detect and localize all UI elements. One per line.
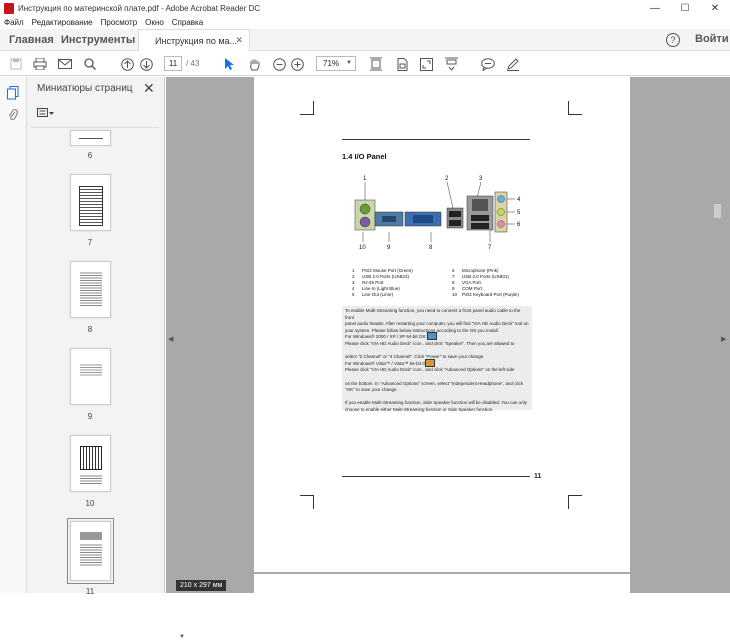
callout-10: 10 [359,245,366,251]
header-rule [342,139,530,140]
comment-icon[interactable] [480,56,496,72]
callout-3: 3 [479,176,483,182]
previous-page-icon[interactable] [119,56,135,72]
close-panel-icon[interactable]: ✕ [143,80,155,97]
options-menu-icon[interactable] [37,108,57,120]
callout-8: 8 [429,245,433,251]
page-total: / 43 [186,59,199,68]
thumbnail-label: 11 [85,587,95,596]
attachments-icon[interactable] [6,108,20,122]
zoom-out-icon[interactable] [271,56,287,72]
menu-window[interactable]: Окно [145,18,164,27]
select-cursor-icon[interactable] [221,56,237,72]
zoom-value: 71% [323,59,340,68]
thumbnail-page-6[interactable] [70,130,111,146]
print-icon[interactable] [32,56,48,72]
pdf-page: 1.4 I/O Panel 1 2 3 4 5 6 10 9 8 7 1 PS/… [254,77,630,572]
page-number: 11 [534,473,542,480]
zoom-in-icon[interactable] [289,56,305,72]
page-total-value: 43 [190,59,200,68]
fit-page-icon[interactable] [368,56,384,72]
page-thumbnails-icon[interactable] [6,86,20,100]
footer-rule [342,476,530,477]
collapse-left-icon[interactable]: ◀ [168,335,173,343]
thumbnail-label: 8 [87,325,93,334]
callout-7: 7 [488,245,492,251]
page-size-badge: 210 x 297 мм [176,580,227,591]
tab-home[interactable]: Главная [9,29,54,51]
hand-tool-icon[interactable] [246,56,262,72]
help-icon[interactable]: ? [666,33,680,47]
page-layout-icon[interactable] [394,56,410,72]
page-thumbnails-panel: Миниатюры страниц ✕ 6 7 8 9 10 11 ▲ ▼ [27,77,186,640]
zoom-select[interactable]: 71% ▼ [316,56,356,71]
chevron-down-icon: ▼ [346,60,352,66]
next-page-icon[interactable] [138,56,154,72]
minimize-button[interactable]: — [640,0,670,16]
thumbnail-page-11[interactable] [67,518,114,584]
save-icon[interactable] [8,56,24,72]
acrobat-app-icon [4,2,14,14]
io-panel-diagram: 1 2 3 4 5 6 10 9 8 7 [354,176,521,251]
maximize-button[interactable]: ☐ [670,0,700,16]
panel-divider [31,127,159,128]
tab-tools[interactable]: Инструменты [61,29,135,51]
navigation-rail [0,77,27,593]
audio-deck-icon [427,332,437,340]
legend-row: 5 Line Out (Lime) 10 PS/2 Keyboard Port (Pu… [352,292,520,297]
crop-mark [568,495,582,509]
toolbar: 11 / 43 71% ▼ [0,51,730,76]
menu-help[interactable]: Справка [172,18,203,27]
document-viewer[interactable]: ◀ ▶ 1.4 I/O Panel 1 2 3 4 5 6 10 9 8 7 1… [166,77,730,594]
window-title: Инструкция по материнской плате.pdf - Ad… [18,3,261,13]
thumbnail-page-7[interactable] [70,174,111,231]
menu-edit[interactable]: Редактирование [32,18,93,27]
page-separator: / [186,59,189,68]
panel-title: Миниатюры страниц [37,83,133,94]
email-icon[interactable] [57,56,73,72]
sign-pen-icon[interactable] [505,56,521,72]
scroll-down-icon[interactable]: ▼ [179,634,185,640]
audio-deck-icon [425,359,435,367]
document-scrollbar[interactable] [712,77,722,593]
close-tab-icon[interactable]: ✕ [235,35,243,46]
tab-document[interactable]: Инструкция по ма... ✕ [138,29,250,51]
callout-5: 5 [517,210,521,216]
title-bar: Инструкция по материнской плате.pdf - Ad… [0,0,730,16]
document-scroll-thumb[interactable] [714,204,721,218]
callout-6: 6 [517,222,521,228]
crop-mark [568,101,582,115]
thumbnail-page-10[interactable] [70,435,111,492]
callout-9: 9 [387,245,391,251]
menu-file[interactable]: Файл [4,18,24,27]
full-screen-icon[interactable] [418,56,434,72]
crop-mark [300,495,314,509]
window-controls: — ☐ ✕ [640,0,730,16]
section-title: 1.4 I/O Panel [342,152,387,161]
close-window-button[interactable]: ✕ [700,0,730,16]
menu-bar: Файл Редактирование Просмотр Окно Справк… [0,16,730,29]
callout-1: 1 [363,176,367,182]
thumbnail-label: 6 [87,151,93,160]
instructions-text: To enable Multi-Streaming function, you … [342,306,532,412]
thumbnail-label: 9 [87,412,93,421]
thumbnail-label: 7 [87,238,93,247]
thumbnail-label: 10 [85,499,95,508]
crop-mark [300,101,314,115]
next-pdf-page [254,574,630,594]
thumbnail-page-9[interactable] [70,348,111,405]
menu-view[interactable]: Просмотр [101,18,138,27]
sign-in-button[interactable]: Войти [695,33,729,45]
tab-document-label: Инструкция по ма... [155,35,238,46]
scroll-mode-icon[interactable] [443,56,459,72]
port-legend: 1 PS/2 Mouse Port (Green) 6 Microphone (Pin… [352,268,519,298]
thumbnail-page-8[interactable] [70,261,111,318]
callout-4: 4 [517,197,521,203]
page-number-input[interactable]: 11 [164,56,182,71]
callout-2: 2 [445,176,449,182]
tab-bar: Главная Инструменты Инструкция по ма... … [0,29,730,51]
search-icon[interactable] [82,56,98,72]
